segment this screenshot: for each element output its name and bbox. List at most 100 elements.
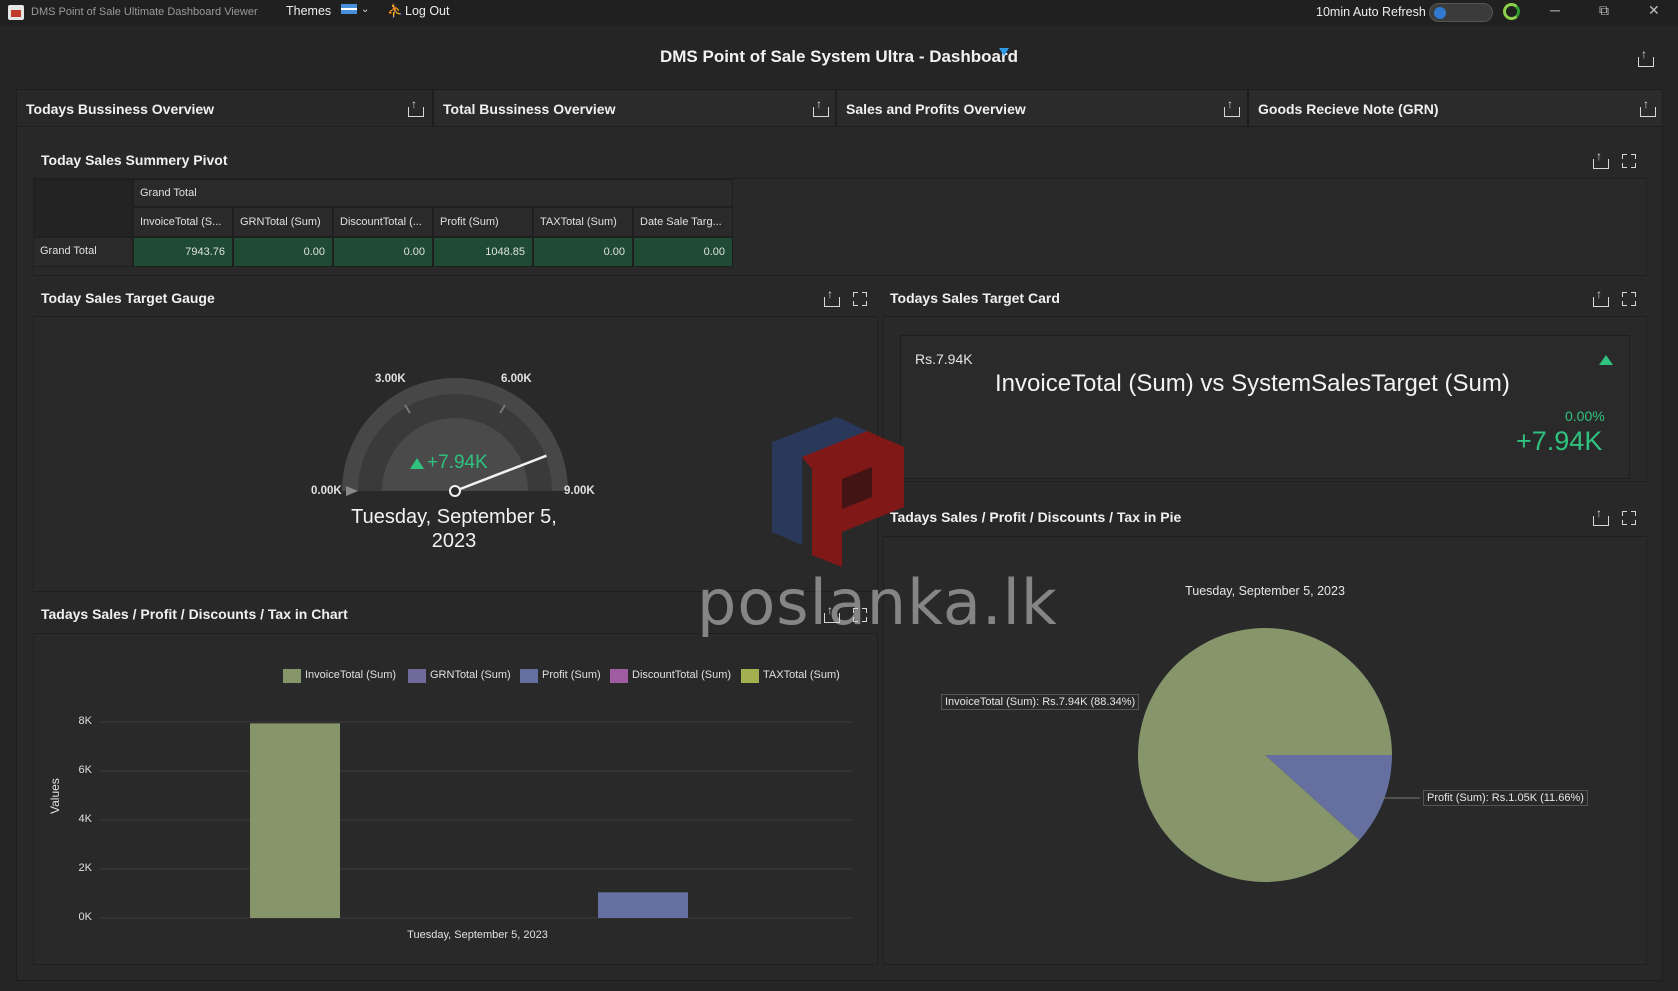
minimize-button[interactable]: ─ [1550,2,1560,18]
maximize-icon[interactable] [1622,511,1636,525]
chevron-down-icon[interactable]: ⌄ [361,4,369,15]
card-main-text: InvoiceTotal (Sum) vs SystemSalesTarget … [995,370,1510,397]
pie-leader-line [1380,797,1420,799]
bar-chart-plot [100,721,852,919]
gauge-tick-label: 3.00K [375,373,406,385]
y-tick-label: 4K [78,813,92,825]
logout-menu[interactable]: Log Out [405,4,449,18]
tab-grn[interactable]: Goods Recieve Note (GRN) [1248,89,1663,127]
legend-label: InvoiceTotal (Sum) [305,669,397,681]
bar[interactable] [250,723,340,918]
legend-item[interactable]: DiscountTotal (Sum) [610,669,732,683]
auto-refresh-label: 10min Auto Refresh [1316,5,1426,19]
theme-swatch-icon[interactable] [341,4,357,14]
legend-item[interactable]: TAXTotal (Sum) [741,669,840,683]
bar[interactable] [598,892,688,918]
toggle-knob [1434,7,1446,19]
pie-label-profit: Profit (Sum): Rs.1.05K (11.66%) [1423,790,1588,806]
pivot-row-header: Grand Total [40,245,97,257]
x-axis-label: Tuesday, September 5, 2023 [407,929,548,941]
y-tick-label: 0K [78,911,92,923]
legend-item[interactable]: Profit (Sum) [520,669,601,683]
pivot-column-header[interactable]: DiscountTotal (... [340,216,430,228]
legend-item[interactable]: GRNTotal (Sum) [408,669,511,683]
export-icon[interactable] [1637,47,1654,67]
target-card [900,335,1630,479]
pivot-value: 7943.76 [185,246,225,258]
legend-swatch [283,669,301,683]
card-current-value: Rs.7.94K [915,351,973,367]
up-arrow-icon [1599,355,1613,365]
pivot-column-header[interactable]: Date Sale Targ... [640,216,730,228]
card-title: Todays Sales Target Card [890,290,1060,306]
maximize-icon[interactable] [853,292,867,306]
export-icon[interactable] [812,97,829,117]
pie-label-invoice: InvoiceTotal (Sum): Rs.7.94K (88.34%) [941,694,1140,710]
legend-label: GRNTotal (Sum) [430,669,511,681]
pivot-value: 0.00 [303,246,325,258]
pivot-corner [33,179,133,237]
legend-label: DiscountTotal (Sum) [632,669,732,681]
pivot-value: 0.00 [403,246,425,258]
gauge-date-line2: 2023 [431,530,477,552]
pivot-column-header[interactable]: Profit (Sum) [440,216,530,228]
tab-todays-overview[interactable]: Todays Bussiness Overview [16,89,433,127]
card-delta: +7.94K [1516,426,1603,456]
app-icon [8,5,24,20]
tab-sales-profits[interactable]: Sales and Profits Overview [836,89,1248,127]
maximize-icon[interactable] [1622,154,1636,168]
refresh-icon[interactable] [1503,3,1520,20]
filter-icon[interactable] [999,48,1009,56]
pivot-value: 0.00 [603,246,625,258]
gauge-tick-label: 0.00K [311,485,342,497]
close-button[interactable]: ✕ [1648,2,1660,19]
export-icon[interactable] [1639,97,1656,117]
gauge-value: +7.94K [427,452,488,473]
app-title: DMS Point of Sale Ultimate Dashboard Vie… [31,6,258,18]
pivot-column-header[interactable]: InvoiceTotal (S... [140,216,230,228]
pivot-value: 0.00 [703,246,725,258]
pie-date-title: Tuesday, September 5, 2023 [1185,584,1345,598]
pie-chart [1138,628,1392,882]
export-icon[interactable] [407,97,424,117]
y-tick-label: 6K [78,764,92,776]
pivot-column-header[interactable]: GRNTotal (Sum) [240,216,330,228]
tab-label: Sales and Profits Overview [846,101,1026,117]
pivot-column-header[interactable]: TAXTotal (Sum) [540,216,630,228]
legend-label: Profit (Sum) [542,669,601,681]
gauge-date: Tuesday, September 5, 2023 [304,505,604,553]
tab-label: Total Bussiness Overview [443,101,616,117]
gauge-date-line1: Tuesday, September 5, [351,506,557,528]
y-tick-label: 8K [78,715,92,727]
tab-bar: Todays Bussiness Overview Total Bussines… [16,89,1663,127]
y-axis-label: Values [48,778,62,814]
y-tick-label: 2K [78,862,92,874]
pivot-group-header-cell [133,179,733,207]
bar-chart-title: Tadays Sales / Profit / Discounts / Tax … [41,606,348,622]
legend-swatch [741,669,759,683]
pivot-group-header: Grand Total [140,187,197,199]
logout-icon[interactable]: ⛹ [387,3,403,19]
export-icon[interactable] [1592,506,1609,526]
pie-slice[interactable] [1138,628,1392,882]
legend-swatch [408,669,426,683]
watermark-logo [772,417,904,567]
gauge-tick-label: 9.00K [564,485,595,497]
up-arrow-icon [410,458,424,469]
restore-button[interactable]: ⧉ [1599,2,1609,19]
watermark-text: poslanka.lk [697,566,1058,639]
tab-total-overview[interactable]: Total Bussiness Overview [433,89,836,127]
pivot-value: 1048.85 [485,246,525,258]
export-icon[interactable] [1223,97,1240,117]
auto-refresh-toggle[interactable] [1429,3,1493,22]
export-icon[interactable] [1592,149,1609,169]
tab-label: Goods Recieve Note (GRN) [1258,101,1439,117]
pie-chart-title: Tadays Sales / Profit / Discounts / Tax … [890,509,1182,525]
legend-item[interactable]: InvoiceTotal (Sum) [283,669,397,683]
maximize-icon[interactable] [1622,292,1636,306]
title-bar: DMS Point of Sale Ultimate Dashboard Vie… [0,0,1678,26]
export-icon[interactable] [823,287,840,307]
themes-menu[interactable]: Themes [286,4,331,18]
export-icon[interactable] [1592,287,1609,307]
gauge-dial [342,378,568,497]
